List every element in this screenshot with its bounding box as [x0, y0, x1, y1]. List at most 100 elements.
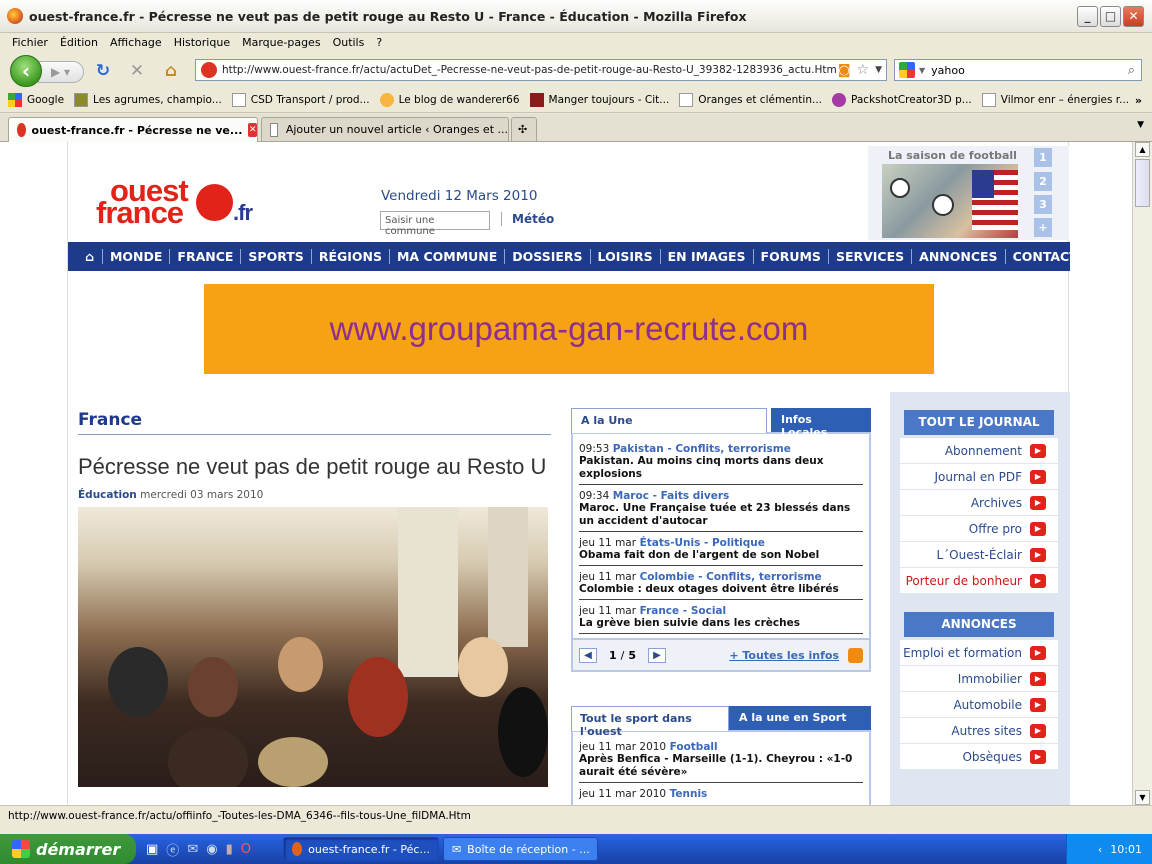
- tab-a-la-une-sport[interactable]: A la une en Sport: [729, 706, 871, 730]
- promo-image[interactable]: [882, 164, 1018, 238]
- news-category[interactable]: Tennis: [670, 788, 708, 800]
- bookmark-item[interactable]: PackshotCreator3D p...: [832, 93, 972, 107]
- news-item[interactable]: jeu 11 mar États-Unis - Politique Obama f…: [579, 532, 863, 566]
- menu-view[interactable]: Affichage: [110, 36, 162, 49]
- tab-ouest-france[interactable]: ouest-france.fr - Pécresse ne ve... ✕: [8, 117, 258, 142]
- menu-edit[interactable]: Édition: [60, 36, 98, 49]
- scroll-up-icon[interactable]: ▲: [1135, 142, 1150, 157]
- ad-banner[interactable]: www.groupama-gan-recrute.com: [204, 284, 934, 374]
- news-item[interactable]: jeu 11 mar 2010 Football Après Benfica - …: [579, 736, 863, 783]
- tab-ajouter-article[interactable]: Ajouter un nouvel article ‹ Oranges et .…: [261, 117, 509, 141]
- stop-icon[interactable]: ✕: [126, 60, 148, 82]
- quicklaunch-desktop-icon[interactable]: ▣: [146, 842, 158, 857]
- news-category[interactable]: Maroc - Faits divers: [613, 490, 730, 502]
- bookmark-item[interactable]: Vilmor enr – énergies r...: [981, 93, 1129, 107]
- news-text[interactable]: Après Benfica - Marseille (1-1). Cheyrou…: [579, 753, 863, 779]
- home-icon[interactable]: ⌂: [78, 249, 102, 264]
- bookmark-item[interactable]: Les agrumes, champio...: [74, 93, 222, 107]
- tray-chevron-icon[interactable]: ‹: [1098, 843, 1102, 856]
- nav-en-images[interactable]: EN IMAGES: [659, 249, 753, 264]
- news-text[interactable]: Colombie : deux otages doivent être libé…: [579, 583, 863, 596]
- nav-loisirs[interactable]: LOISIRS: [589, 249, 660, 264]
- nav-forums[interactable]: FORUMS: [752, 249, 828, 264]
- news-text[interactable]: Maroc. Une Française tuée et 23 blessés …: [579, 502, 863, 528]
- home-icon[interactable]: ⌂: [160, 60, 182, 82]
- article-category[interactable]: Éducation: [78, 489, 137, 501]
- promo-more[interactable]: +: [1034, 218, 1052, 237]
- annonce-item-obseques[interactable]: Obsèques ▶: [900, 744, 1058, 770]
- bookmark-item[interactable]: Google: [8, 93, 64, 107]
- prev-arrow-icon[interactable]: ◀: [579, 647, 597, 663]
- chevron-right-icon[interactable]: »: [1135, 94, 1142, 107]
- new-tab-button[interactable]: ✣: [511, 117, 537, 141]
- minimize-button[interactable]: _: [1077, 6, 1098, 27]
- back-button[interactable]: ‹: [10, 55, 42, 87]
- task-outlook[interactable]: ✉ Boîte de réception - ...: [442, 837, 598, 861]
- news-category[interactable]: Pakistan - Conflits, terrorisme: [613, 443, 791, 455]
- news-text[interactable]: La grève bien suivie dans les crèches: [579, 617, 863, 630]
- all-news-link[interactable]: + Toutes les infos: [729, 649, 839, 662]
- nav-france[interactable]: FRANCE: [169, 249, 240, 264]
- forward-button[interactable]: ▶ ▾: [38, 61, 84, 83]
- tab-infos-locales[interactable]: Infos Locales: [771, 408, 871, 439]
- news-category[interactable]: France - Social: [640, 605, 727, 617]
- rss-icon[interactable]: [848, 647, 863, 663]
- menu-file[interactable]: Fichier: [12, 36, 48, 49]
- section-title[interactable]: France: [78, 410, 551, 435]
- article-photo[interactable]: [78, 507, 548, 787]
- nav-monde[interactable]: MONDE: [101, 249, 169, 264]
- news-text[interactable]: Pakistan. Au moins cinq morts dans deux …: [579, 455, 863, 481]
- news-item[interactable]: 09:53 Pakistan - Conflits, terrorisme Pak…: [579, 438, 863, 485]
- tab-tout-le-sport[interactable]: Tout le sport dans l'ouest: [571, 706, 729, 738]
- journal-item-ouest-eclair[interactable]: L´Ouest-Éclair ▶: [900, 542, 1058, 568]
- address-bar[interactable]: http://www.ouest-france.fr/actu/actuDet_…: [195, 59, 887, 81]
- journal-item-offre-pro[interactable]: Offre pro ▶: [900, 516, 1058, 542]
- quicklaunch-outlook-icon[interactable]: ✉: [187, 842, 198, 857]
- quicklaunch-book-icon[interactable]: ▮: [226, 842, 233, 857]
- ouest-france-logo[interactable]: ouest france .fr: [96, 175, 253, 228]
- journal-item-pdf[interactable]: Journal en PDF ▶: [900, 464, 1058, 490]
- promo-page-3[interactable]: 3: [1034, 195, 1052, 214]
- search-icon[interactable]: ⌕: [1128, 63, 1135, 78]
- quicklaunch-ie-icon[interactable]: ⓔ: [166, 840, 179, 859]
- quicklaunch-opera-icon[interactable]: O: [241, 842, 251, 857]
- journal-item-porteur[interactable]: Porteur de bonheur ▶: [900, 568, 1058, 594]
- menu-tools[interactable]: Outils: [333, 36, 365, 49]
- reload-icon[interactable]: ↻: [92, 60, 114, 82]
- maximize-button[interactable]: □: [1100, 6, 1121, 27]
- scroll-down-icon[interactable]: ▼: [1135, 790, 1150, 805]
- meteo-link[interactable]: Météo: [501, 212, 554, 226]
- menu-history[interactable]: Historique: [174, 36, 230, 49]
- tab-a-la-une[interactable]: A la Une: [571, 408, 767, 433]
- annonce-item-immobilier[interactable]: Immobilier ▶: [900, 666, 1058, 692]
- vertical-scrollbar[interactable]: ▲ ▼: [1132, 142, 1152, 805]
- news-category[interactable]: Football: [670, 741, 718, 753]
- news-item[interactable]: jeu 11 mar Colombie - Conflits, terroris…: [579, 566, 863, 600]
- news-text[interactable]: Obama fait don de l'argent de son Nobel: [579, 549, 863, 562]
- news-item[interactable]: jeu 11 mar France - Social La grève bien …: [579, 600, 863, 634]
- nav-ma-commune[interactable]: MA COMMUNE: [388, 249, 504, 264]
- promo-page-1[interactable]: 1: [1034, 148, 1052, 167]
- promo-page-2[interactable]: 2: [1034, 172, 1052, 191]
- google-icon[interactable]: [899, 62, 915, 78]
- menu-bookmarks[interactable]: Marque-pages: [242, 36, 320, 49]
- close-tab-icon[interactable]: ✕: [248, 123, 257, 137]
- commune-input[interactable]: Saisir une commune: [380, 211, 490, 237]
- star-icon[interactable]: ☆: [857, 62, 870, 78]
- address-input[interactable]: http://www.ouest-france.fr/actu/actuDet_…: [222, 64, 838, 76]
- nav-dossiers[interactable]: DOSSIERS: [504, 249, 589, 264]
- tab-list-dropdown-icon[interactable]: ▼: [1137, 120, 1144, 130]
- news-category[interactable]: Colombie - Conflits, terrorisme: [640, 571, 822, 583]
- journal-item-abonnement[interactable]: Abonnement ▶: [900, 438, 1058, 464]
- annonce-item-emploi[interactable]: Emploi et formation ▶: [900, 640, 1058, 666]
- next-arrow-icon[interactable]: ▶: [648, 647, 667, 663]
- bookmark-item[interactable]: Oranges et clémentin...: [679, 93, 822, 107]
- annonce-item-autres[interactable]: Autres sites ▶: [900, 718, 1058, 744]
- start-button[interactable]: démarrer: [0, 834, 136, 864]
- nav-annonces[interactable]: ANNONCES: [911, 249, 1004, 264]
- nav-regions[interactable]: RÉGIONS: [310, 249, 389, 264]
- close-button[interactable]: ✕: [1123, 6, 1144, 27]
- task-firefox[interactable]: ouest-france.fr - Péc...: [282, 837, 439, 861]
- scroll-thumb[interactable]: [1135, 159, 1150, 207]
- news-category[interactable]: États-Unis - Politique: [640, 537, 765, 549]
